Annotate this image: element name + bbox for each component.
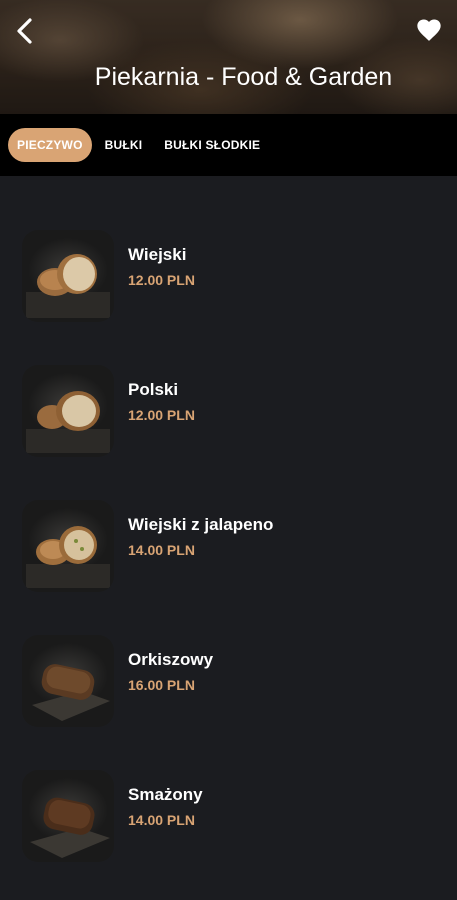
chevron-left-icon	[17, 18, 32, 44]
back-button[interactable]	[10, 14, 42, 48]
tab-bulki-slodkie[interactable]: BUŁKI SŁODKIE	[155, 128, 269, 162]
product-price: 12.00 PLN	[128, 272, 195, 288]
page-title: Piekarnia - Food & Garden	[94, 63, 393, 91]
product-name: Polski	[128, 380, 179, 399]
product-name: Wiejski	[128, 245, 187, 264]
heart-icon	[417, 19, 441, 41]
product-name: Wiejski z jalapeno	[128, 515, 274, 534]
product-image	[22, 500, 114, 592]
tab-pieczywo[interactable]: PIECZYWO	[8, 128, 92, 162]
product-price: 14.00 PLN	[128, 542, 195, 558]
product-item-orkiszowy[interactable]: Orkiszowy 16.00 PLN	[0, 635, 457, 730]
category-tabs: PIECZYWO BUŁKI BUŁKI SŁODKIE	[0, 114, 457, 176]
header-banner: Piekarnia - Food & Garden	[0, 0, 457, 114]
product-image	[22, 635, 114, 727]
product-price: 16.00 PLN	[128, 677, 195, 693]
product-image	[22, 770, 114, 862]
tab-bulki[interactable]: BUŁKI	[96, 128, 152, 162]
product-item-wiejski-z-jalapeno[interactable]: Wiejski z jalapeno 14.00 PLN	[0, 500, 457, 595]
product-name: Smażony	[128, 785, 203, 804]
product-image	[22, 365, 114, 457]
product-item-smazony[interactable]: Smażony 14.00 PLN	[0, 770, 457, 865]
favorite-button[interactable]	[415, 16, 443, 44]
product-image	[22, 230, 114, 322]
product-price: 12.00 PLN	[128, 407, 195, 423]
product-price: 14.00 PLN	[128, 812, 195, 828]
product-item-polski[interactable]: Polski 12.00 PLN	[0, 365, 457, 460]
product-item-wiejski[interactable]: Wiejski 12.00 PLN	[0, 230, 457, 325]
product-name: Orkiszowy	[128, 650, 214, 669]
